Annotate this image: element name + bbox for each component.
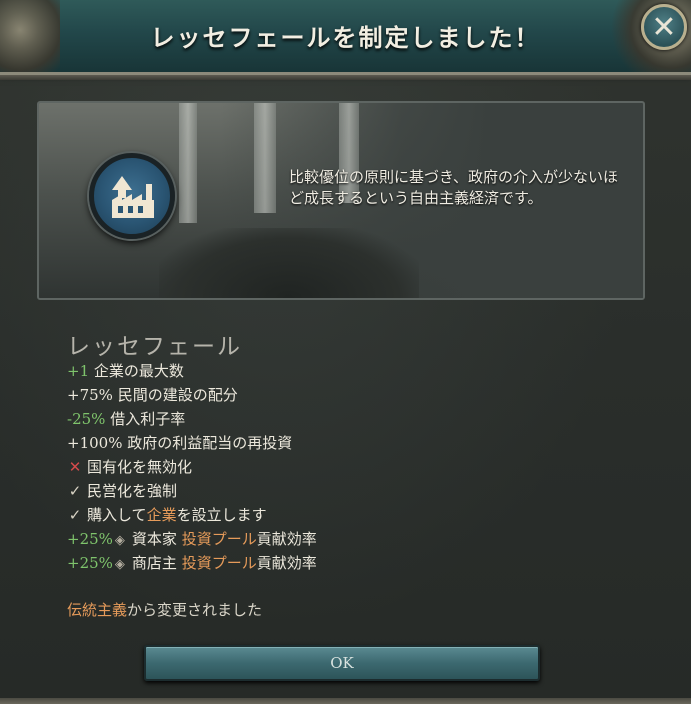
dialog-bottom-border [0,698,691,704]
check-icon: ✓ [68,482,82,500]
illustration-crowd [159,228,419,298]
law-name: レッセフェール [67,334,242,360]
close-button[interactable]: ✕ [641,4,687,50]
effect-row: +1 企業の最大数 [67,359,627,383]
effect-value: +25% [67,530,113,548]
illustration-pillar [179,103,197,223]
investment-pool-link[interactable]: 投資プール [182,554,257,572]
company-link[interactable]: 企業 [147,506,177,524]
cross-icon: ✕ [68,458,82,476]
pop-type-label[interactable]: 資本家 [132,530,177,548]
header-ornament-left [0,0,60,72]
effect-label: を設立します [176,506,267,524]
previous-law-link[interactable]: 伝統主義 [67,601,127,619]
effect-row: +100% 政府の利益配当の再投資 [67,431,627,455]
law-enacted-dialog: レッセフェールを制定しました！ ✕ 比較優位の原則に基づき、政府の介入が少ないほ… [0,0,691,704]
effect-value: +1 [67,362,90,380]
effect-row: -25% 借入利子率 [67,407,627,431]
capitalist-icon: ◈ [114,533,125,548]
dialog-header: レッセフェールを制定しました！ ✕ [0,0,691,80]
effect-label: 政府の利益配当の再投資 [127,434,293,452]
changed-from-text: 伝統主義から変更されました [67,599,262,620]
dialog-title: レッセフェールを制定しました！ [150,23,541,52]
effect-value: +75% [67,386,113,404]
effect-value: -25% [67,410,106,428]
investment-pool-link[interactable]: 投資プール [182,530,257,548]
effect-row: ✓ 購入して企業を設立します [67,503,627,527]
effect-label: 民営化を強制 [87,482,178,500]
effect-label: 企業の最大数 [93,362,184,380]
effect-label: 借入利子率 [110,410,186,428]
close-icon: ✕ [651,9,677,45]
effect-row: +25% ◈ 資本家 投資プール貢献効率 [67,527,627,551]
ok-button[interactable]: OK [144,645,540,681]
shopkeeper-icon: ◈ [114,557,125,572]
illustration-pillar [254,103,276,213]
law-description-text: 比較優位の原則に基づき、政府の介入が少ないほど成長するという自由主義経済です。 [289,168,618,207]
effect-row: +25% ◈ 商店主 投資プール貢献効率 [67,551,627,575]
effect-value: +25% [67,554,113,572]
effect-label: 貢献効率 [256,554,317,572]
effect-row: +75% 民間の建設の配分 [67,383,627,407]
effect-label: 国有化を無効化 [87,458,193,476]
law-effects-list: +1 企業の最大数 +75% 民間の建設の配分 -25% 借入利子率 +100%… [67,359,627,575]
pop-type-label[interactable]: 商店主 [132,554,177,572]
effect-row: ✕ 国有化を無効化 [67,455,627,479]
changed-label: から変更されました [127,601,263,619]
factory-growth-icon [89,153,175,239]
check-icon: ✓ [68,506,82,524]
effect-label: 購入して [87,506,147,524]
effect-label: 民間の建設の配分 [117,386,238,404]
law-description-card: 比較優位の原則に基づき、政府の介入が少ないほど成長するという自由主義経済です。 [37,101,645,300]
effect-label: 貢献効率 [256,530,317,548]
effect-row: ✓ 民営化を強制 [67,479,627,503]
effect-value: +100% [67,434,123,452]
